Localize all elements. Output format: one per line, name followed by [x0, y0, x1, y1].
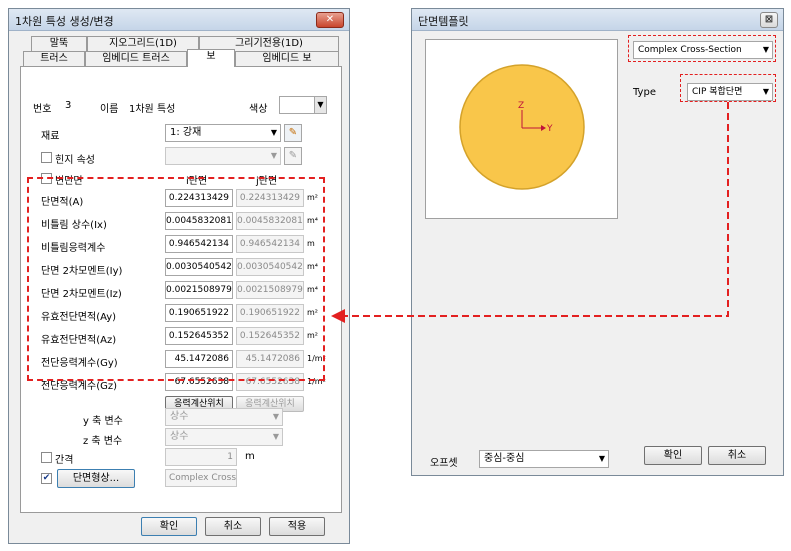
property-dialog-titlebar[interactable]: 1차원 특성 생성/변경 ✕ [9, 9, 349, 31]
close-button[interactable]: ✕ [316, 12, 344, 28]
gap-unit: m [245, 451, 255, 462]
axis-z-label: Z [518, 101, 524, 111]
z-var-label: z 축 변수 [83, 436, 123, 447]
gap-field[interactable]: 1 [165, 448, 237, 466]
name-label: 이름 [100, 104, 119, 115]
hinge-select[interactable]: ▼ [165, 147, 281, 165]
dialog-title: 1차원 특성 생성/변경 [15, 15, 114, 28]
section-preview: Z Y [425, 39, 618, 219]
properties-highlight-box [27, 177, 325, 381]
section-template-titlebar[interactable]: 단면템플릿 ⊠ [412, 9, 783, 31]
material-value: 1: 강재 [170, 127, 202, 138]
tab-embedded-beam[interactable]: 임베디드 보 [235, 51, 339, 66]
chevron-down-icon: ▼ [272, 412, 279, 421]
offset-value: 중심-중심 [484, 453, 525, 464]
shape-checkbox[interactable]: ✔ [41, 473, 52, 484]
tab-truss[interactable]: 트러스 [23, 51, 85, 66]
color-label: 색상 [249, 104, 268, 115]
chevron-down-icon: ▼ [598, 454, 605, 463]
hinge-label: 힌지 속성 [55, 155, 95, 166]
hinge-checkbox[interactable] [41, 152, 52, 163]
gap-label: 간격 [55, 455, 74, 466]
type-highlight-box [680, 74, 776, 102]
ok-button[interactable]: 확인 [141, 517, 197, 536]
material-label: 재료 [41, 131, 60, 142]
material-select[interactable]: 1: 강재 ▼ [165, 124, 281, 142]
tab-pile[interactable]: 말뚝 [31, 36, 87, 51]
number-label: 번호 [33, 104, 52, 115]
axis-y-label: Y [546, 124, 553, 134]
chevron-down-icon: ▼ [270, 151, 277, 160]
z-var-select[interactable]: 상수 ▼ [165, 428, 283, 446]
template-ok-button[interactable]: 확인 [644, 446, 702, 465]
name-value: 1차원 특성 [129, 104, 176, 115]
section-type-highlight-box [628, 35, 776, 62]
tab-geogrid[interactable]: 지오그리드(1D) [87, 36, 199, 51]
y-var-value: 상수 [170, 411, 189, 422]
chevron-down-icon: ▼ [314, 97, 326, 113]
template-title: 단면템플릿 [418, 15, 469, 28]
offset-select[interactable]: 중심-중심 ▼ [479, 450, 609, 468]
chevron-down-icon: ▼ [270, 128, 277, 137]
color-picker[interactable]: ▼ [279, 96, 327, 114]
cancel-button[interactable]: 취소 [205, 517, 261, 536]
z-var-value: 상수 [170, 431, 189, 442]
apply-button[interactable]: 적용 [269, 517, 325, 536]
hinge-edit-icon[interactable]: ✎ [284, 147, 302, 165]
y-var-select[interactable]: 상수 ▼ [165, 408, 283, 426]
chevron-down-icon: ▼ [272, 432, 279, 441]
template-cancel-button[interactable]: 취소 [708, 446, 766, 465]
type-label: Type [633, 87, 656, 98]
section-shape-button[interactable]: 단면형상... [57, 469, 135, 488]
material-edit-icon[interactable]: ✎ [284, 124, 302, 142]
section-preview-canvas: Z Y [459, 64, 585, 190]
offset-label: 오프셋 [430, 458, 458, 469]
close-button[interactable]: ⊠ [760, 12, 778, 28]
tab-embedded-truss[interactable]: 임베디드 트러스 [85, 51, 187, 66]
gap-checkbox[interactable] [41, 452, 52, 463]
y-var-label: y 축 변수 [83, 416, 123, 427]
number-value: 3 [65, 100, 72, 111]
shape-value-field[interactable]: Complex Cross-S [165, 469, 237, 487]
tab-beam[interactable]: 보 [187, 49, 235, 67]
